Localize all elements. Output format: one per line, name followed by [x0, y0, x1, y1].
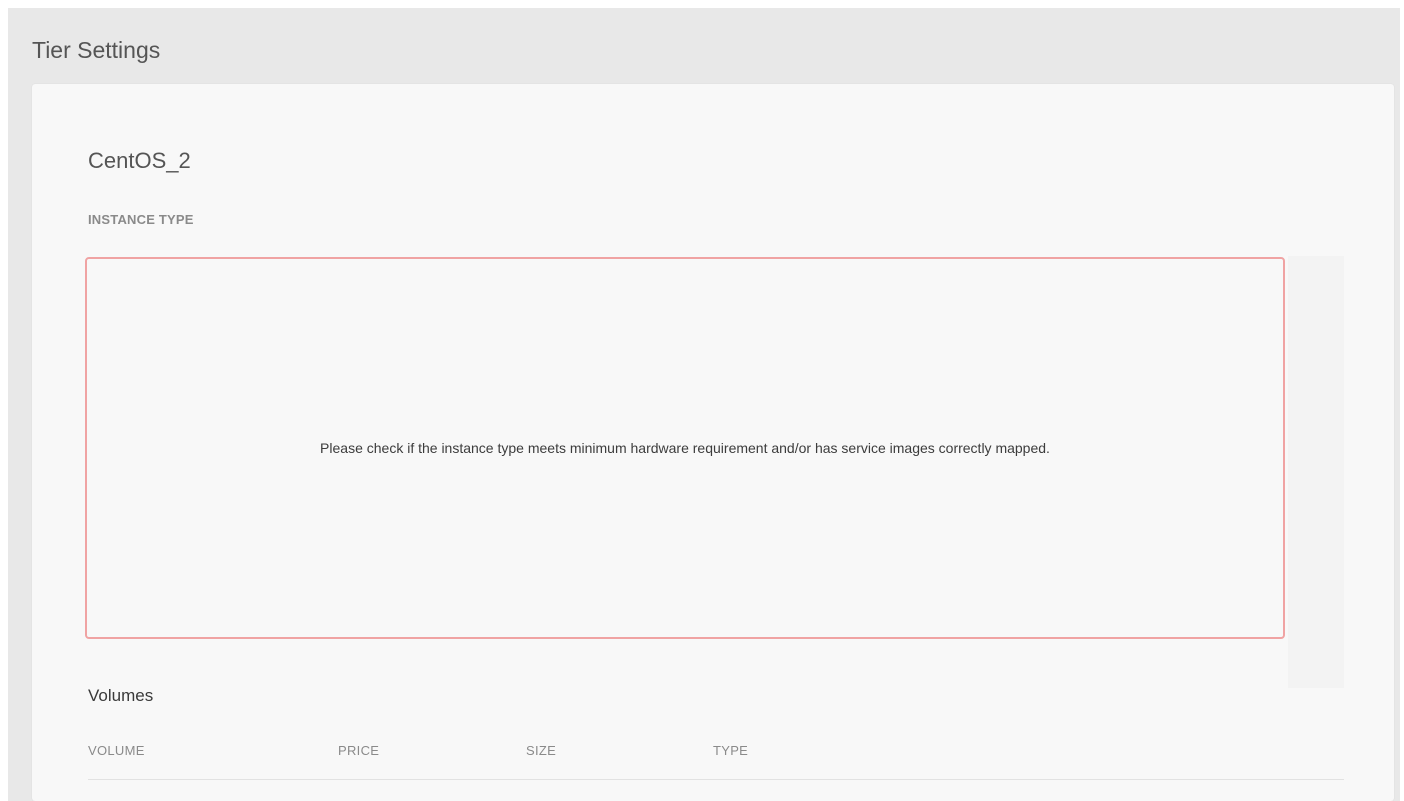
column-header-volume: VOLUME [88, 743, 145, 758]
instance-type-error-box: Please check if the instance type meets … [85, 257, 1285, 639]
instance-type-error-message: Please check if the instance type meets … [320, 440, 1050, 456]
column-header-type: TYPE [713, 743, 749, 758]
table-divider [88, 779, 1344, 780]
instance-type-scroll-area[interactable] [1288, 256, 1344, 688]
column-header-size: SIZE [526, 743, 557, 758]
tier-settings-panel: CentOS_2 INSTANCE TYPE Please check if t… [32, 84, 1394, 801]
instance-type-label: INSTANCE TYPE [88, 212, 194, 227]
column-header-price: PRICE [338, 743, 380, 758]
page-title: Tier Settings [32, 37, 161, 63]
volumes-heading: Volumes [88, 686, 154, 705]
tier-name: CentOS_2 [88, 148, 191, 173]
tier-settings-container: Tier Settings CentOS_2 INSTANCE TYPE Ple… [8, 8, 1400, 801]
